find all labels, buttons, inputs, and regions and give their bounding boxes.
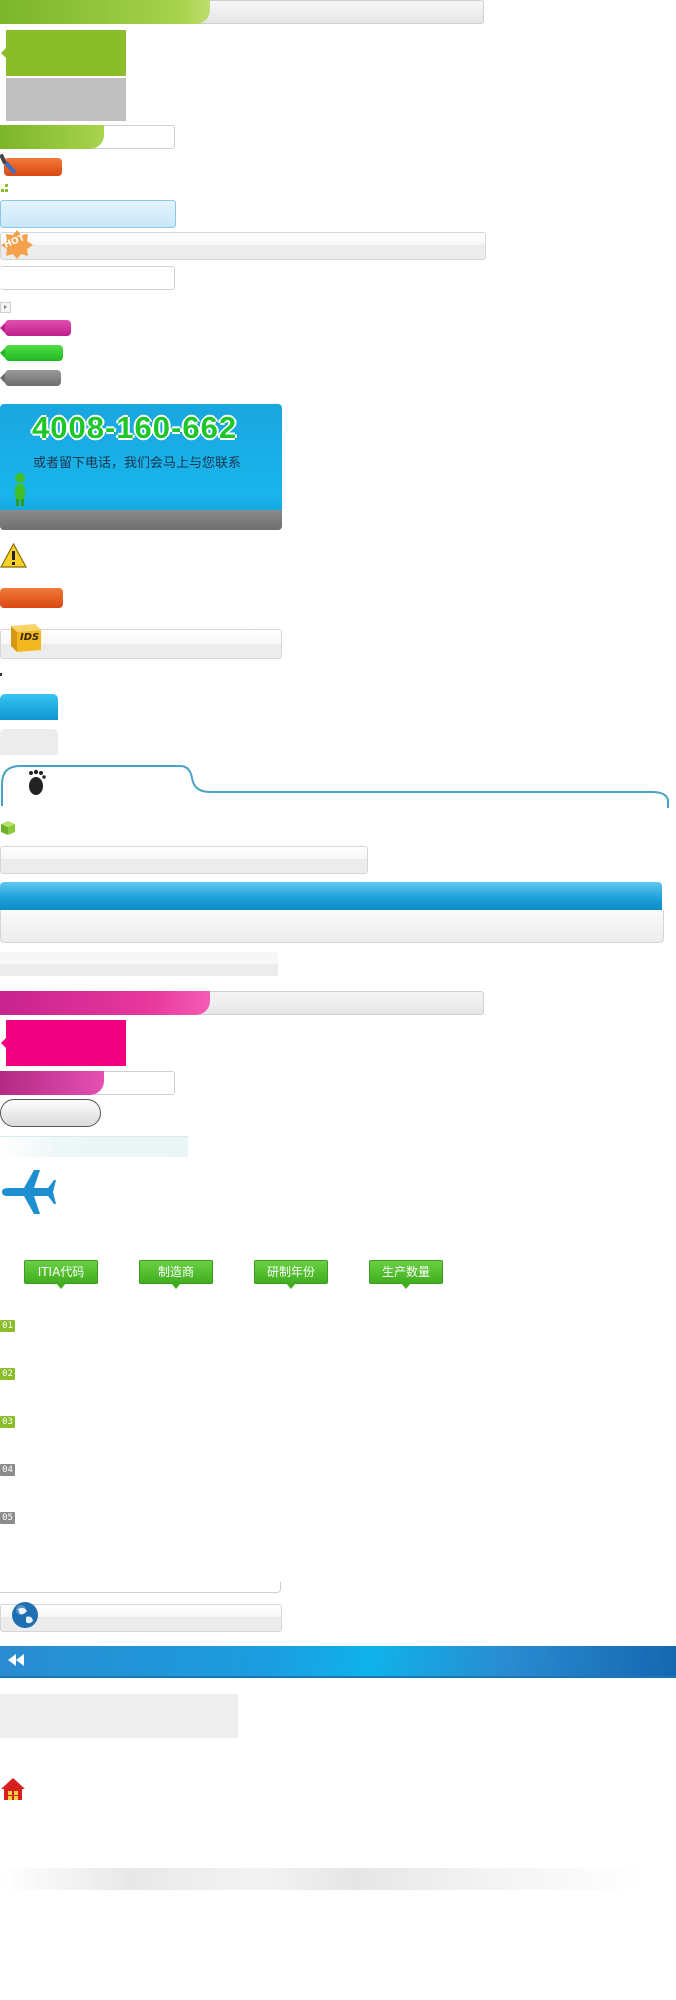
arrow-left-icon bbox=[1, 1038, 6, 1048]
gray-block bbox=[6, 78, 126, 121]
rank-badge: 04 bbox=[0, 1464, 15, 1476]
gray-tab[interactable] bbox=[0, 729, 58, 755]
airplane-icon bbox=[2, 1170, 56, 1214]
rank-badge: 03 bbox=[0, 1416, 15, 1428]
bottom-strip bbox=[0, 1868, 646, 1890]
hotline-banner: 4008-160-662 或者留下电话，我们会马上与您联系 bbox=[0, 404, 282, 530]
hotline-number: 4008-160-662 bbox=[32, 410, 238, 445]
pink-tab-highlight[interactable] bbox=[0, 991, 210, 1015]
gray-pill[interactable] bbox=[0, 370, 61, 386]
rank-badge: 05 bbox=[0, 1512, 15, 1524]
rewind-icon[interactable] bbox=[6, 1652, 26, 1668]
hot-bar bbox=[0, 232, 486, 260]
dot bbox=[0, 673, 2, 676]
rounded-gray-button[interactable] bbox=[0, 1099, 101, 1127]
footprint-icon bbox=[29, 769, 46, 795]
cube-icon bbox=[1, 821, 15, 835]
arrow-left-icon bbox=[1, 48, 6, 58]
banner-footer bbox=[0, 510, 282, 530]
footprint-tab-outline bbox=[1, 765, 669, 808]
empty-frame bbox=[0, 266, 175, 290]
green-block[interactable] bbox=[1, 30, 126, 76]
green-tab-bar bbox=[0, 0, 484, 24]
rank-badge: 02 bbox=[0, 1368, 15, 1380]
divider-line bbox=[0, 1582, 281, 1593]
person-icon bbox=[15, 473, 25, 506]
arrow-left-icon bbox=[0, 323, 5, 333]
tag-quantity[interactable]: 生产数量 bbox=[369, 1260, 443, 1284]
green-pill[interactable] bbox=[0, 345, 63, 361]
pink-tab-bar bbox=[0, 991, 484, 1015]
small-green-tab[interactable] bbox=[0, 125, 104, 149]
tag-manufacturer[interactable]: 制造商 bbox=[139, 1260, 213, 1284]
dots-icon bbox=[1, 184, 10, 193]
gray-bar bbox=[0, 846, 368, 874]
gray-panel bbox=[0, 1694, 238, 1738]
rank-badge: 01 bbox=[0, 1320, 15, 1332]
pale-strip bbox=[0, 1136, 188, 1157]
light-blue-tab[interactable] bbox=[0, 200, 176, 228]
hotline-subtitle: 或者留下电话，我们会马上与您联系 bbox=[33, 456, 242, 471]
magenta-pill[interactable] bbox=[0, 320, 71, 336]
globe-bar bbox=[0, 1604, 282, 1632]
orange-button-2[interactable] bbox=[0, 588, 63, 608]
warning-icon bbox=[0, 543, 27, 568]
home-icon bbox=[1, 1778, 25, 1800]
ids-label: IDS bbox=[20, 632, 40, 643]
arrow-left-icon bbox=[0, 348, 5, 358]
gray-strip bbox=[0, 952, 278, 976]
small-arrow-icon[interactable] bbox=[0, 302, 11, 313]
small-pink-tab[interactable] bbox=[0, 1071, 104, 1095]
arrow-left-icon bbox=[0, 373, 5, 383]
brush-icon bbox=[0, 153, 17, 175]
blue-tab[interactable] bbox=[0, 694, 58, 720]
small-pink-tab-frame bbox=[0, 1071, 175, 1095]
tag-itia-code[interactable]: ITIA代码 bbox=[24, 1260, 98, 1284]
small-green-tab-frame bbox=[0, 125, 175, 149]
rewind-bar[interactable] bbox=[0, 1646, 676, 1678]
pink-block[interactable] bbox=[1, 1020, 126, 1066]
globe-icon bbox=[12, 1602, 38, 1628]
green-tab-highlight[interactable] bbox=[0, 0, 210, 24]
blue-header-bar bbox=[0, 882, 662, 910]
tag-year[interactable]: 研制年份 bbox=[254, 1260, 328, 1284]
blue-header-body bbox=[0, 910, 664, 943]
